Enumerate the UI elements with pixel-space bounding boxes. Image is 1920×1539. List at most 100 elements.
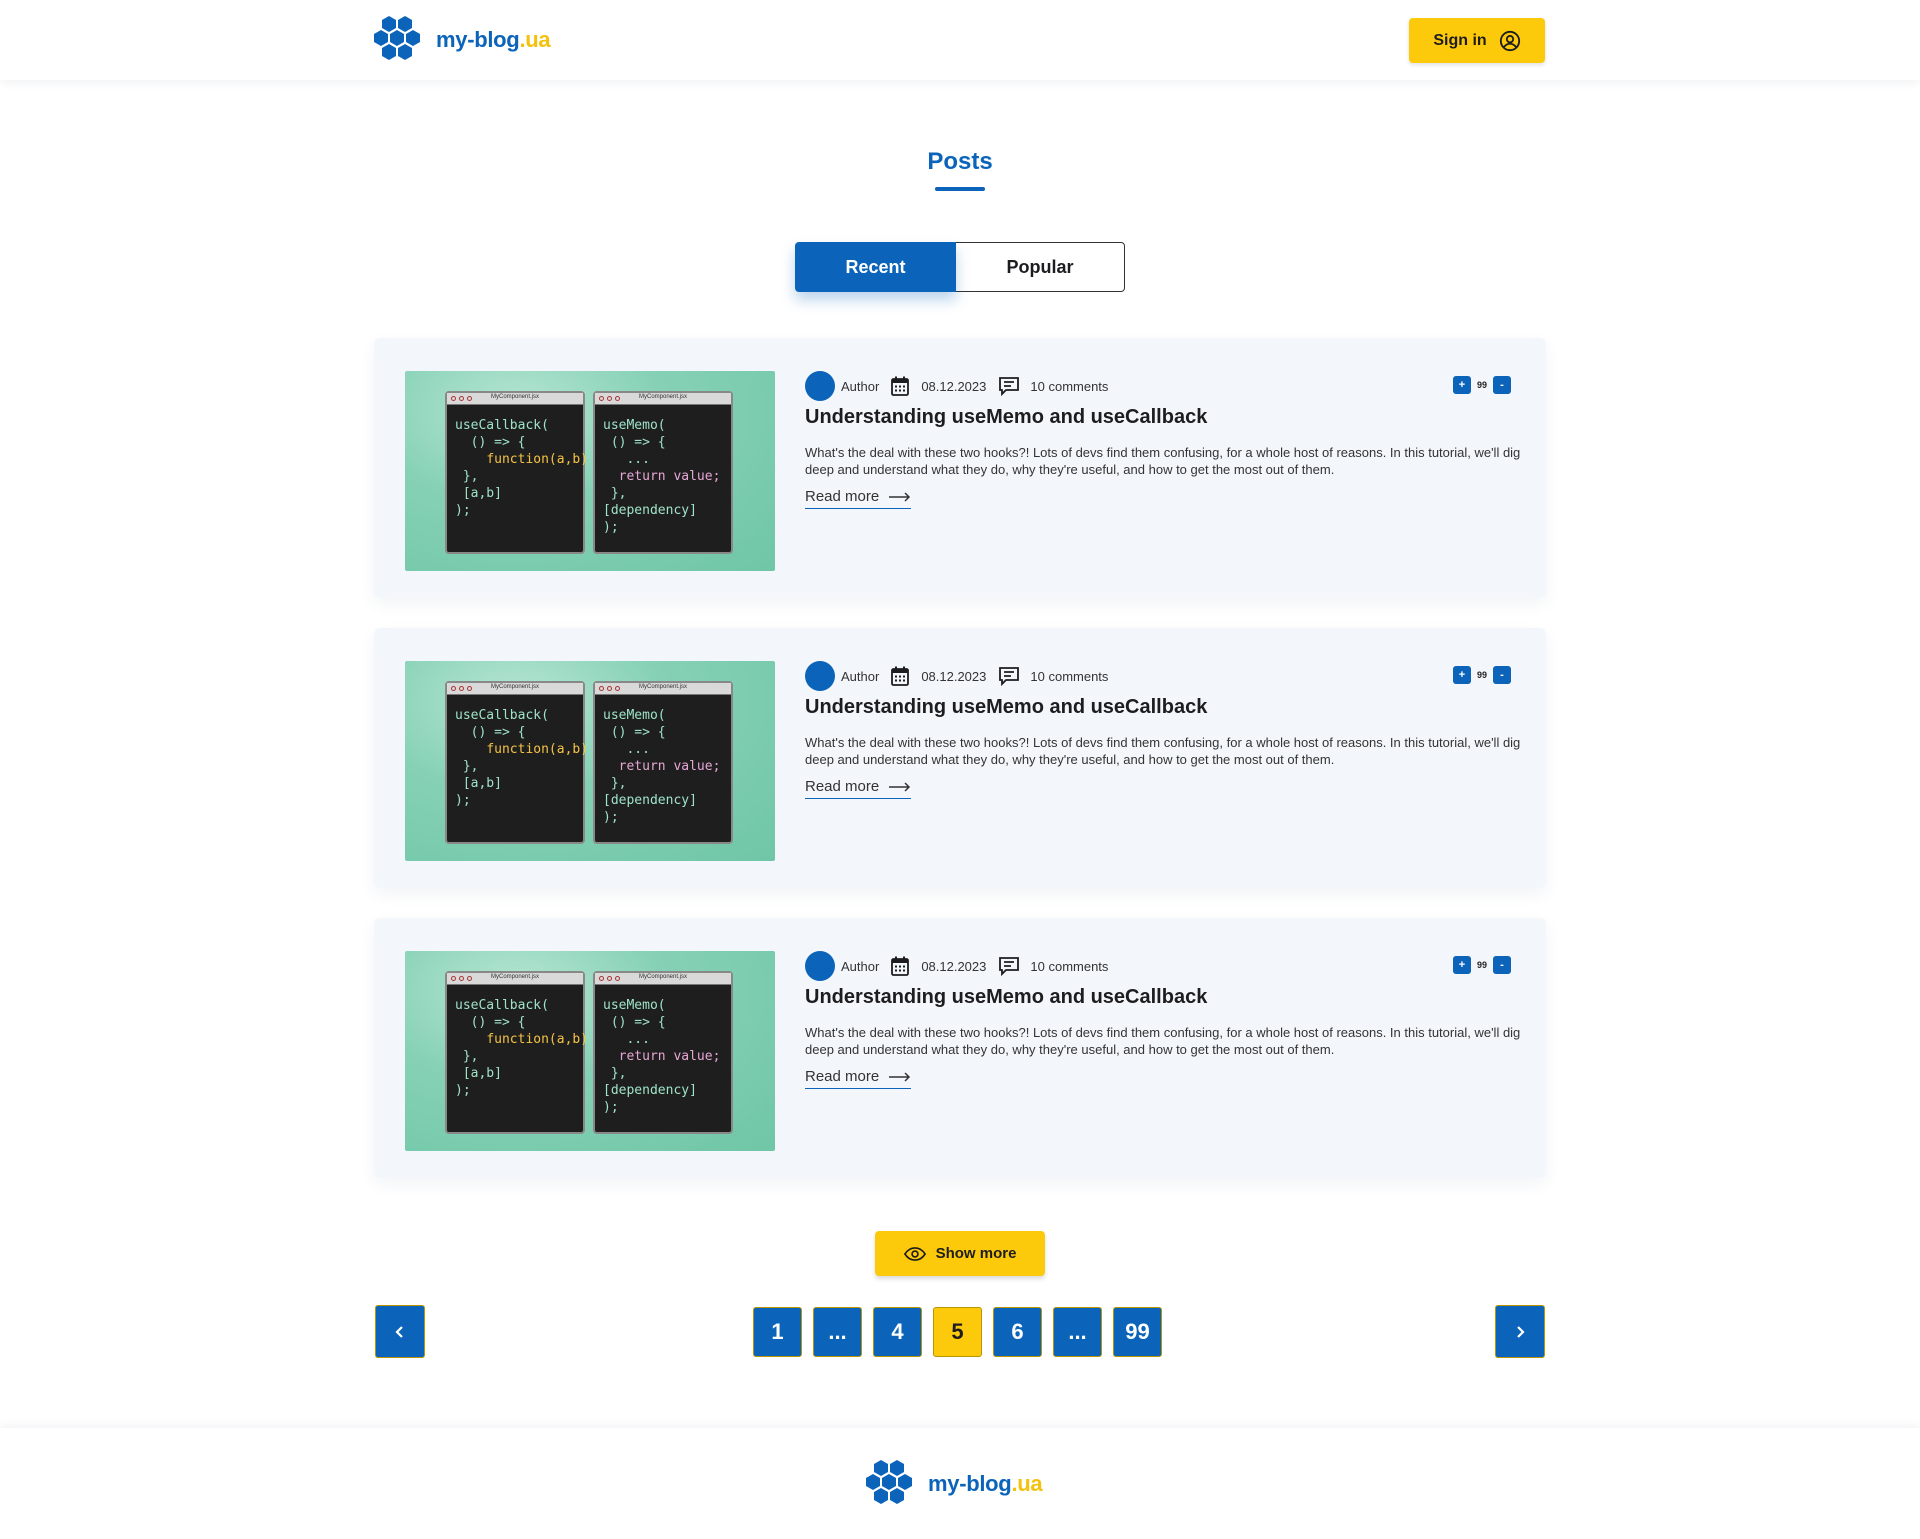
code-line: [dependency] [603, 1083, 697, 1098]
code-line: useMemo( [603, 708, 666, 723]
post-thumbnail[interactable]: MyComponent.jsx useCallback( () => { fun… [405, 951, 775, 1151]
read-more-link[interactable]: Read more [805, 778, 912, 799]
chevron-left-icon [395, 1325, 403, 1338]
code-line: }, [610, 776, 627, 791]
post-thumbnail[interactable]: MyComponent.jsx useCallback( () => { fun… [405, 661, 775, 861]
author-name[interactable]: Author [841, 379, 879, 394]
calendar-icon [891, 376, 910, 396]
show-more-button[interactable]: Show more [875, 1231, 1045, 1276]
code-line: useCallback( [455, 998, 549, 1013]
code-line: useCallback( [455, 708, 549, 723]
post-card: MyComponent.jsx useCallback( () => { fun… [374, 338, 1546, 598]
vote-controls: + 99 - [1453, 956, 1512, 974]
calendar-icon [891, 956, 910, 976]
read-more-link[interactable]: Read more [805, 488, 912, 509]
author-avatar[interactable] [805, 661, 835, 691]
logo-hexagons-icon [866, 1460, 912, 1504]
chevron-right-icon [1517, 1325, 1525, 1338]
read-more-label: Read more [805, 1068, 880, 1085]
window-titlebar: MyComponent.jsx [447, 683, 583, 695]
downvote-button[interactable]: - [1493, 376, 1512, 394]
code-line: ); [603, 1100, 619, 1115]
page-button[interactable]: 5 [933, 1307, 982, 1357]
comments-count[interactable]: 10 comments [1030, 669, 1108, 684]
comments-count[interactable]: 10 comments [1030, 379, 1108, 394]
eye-icon [903, 1246, 926, 1261]
sign-in-label: Sign in [1433, 31, 1487, 49]
vote-count: 99 [1477, 670, 1488, 680]
code-window: MyComponent.jsx useMemo( () => { ... ret… [593, 971, 733, 1134]
arrow-right-icon [889, 1071, 911, 1082]
upvote-button[interactable]: + [1453, 666, 1471, 684]
code-line: useCallback( [455, 418, 549, 433]
page-button[interactable]: 1 [753, 1307, 802, 1357]
title-underline [935, 187, 985, 191]
downvote-button[interactable]: - [1493, 666, 1512, 684]
code-line: () => { [470, 435, 526, 450]
window-titlebar: MyComponent.jsx [447, 973, 583, 985]
code-line: ... [626, 1032, 650, 1047]
code-window: MyComponent.jsx useMemo( () => { ... ret… [593, 681, 733, 844]
comment-icon [999, 957, 1020, 976]
page-button[interactable]: 4 [873, 1307, 922, 1357]
post-title[interactable]: Understanding useMemo and useCallback [805, 696, 1207, 719]
tab-recent[interactable]: Recent [795, 242, 957, 292]
page-button[interactable]: 99 [1113, 1307, 1162, 1357]
code-snippet: useMemo( () => { ... return value; }, [d… [603, 707, 720, 826]
code-line: return value; [618, 1049, 721, 1064]
code-line: useMemo( [603, 998, 666, 1013]
code-line: [a,b] [462, 1066, 502, 1081]
author-name[interactable]: Author [841, 959, 879, 974]
post-excerpt: What's the deal with these two hooks?! L… [805, 735, 1521, 767]
pagination-ellipsis[interactable]: ... [813, 1307, 862, 1357]
pagination-prev-button[interactable] [375, 1305, 425, 1358]
page-button[interactable]: 6 [993, 1307, 1042, 1357]
downvote-button[interactable]: - [1493, 956, 1512, 974]
code-line: }, [610, 1066, 627, 1081]
code-snippet: useCallback( () => { function(a,b) }, [a… [455, 417, 588, 519]
read-more-label: Read more [805, 488, 880, 505]
site-header: my-blog.ua Sign in [0, 0, 1920, 80]
post-date: 08.12.2023 [921, 378, 987, 394]
tab-popular[interactable]: Popular [956, 242, 1125, 292]
code-window: MyComponent.jsx useMemo( () => { ... ret… [593, 391, 733, 554]
author-name[interactable]: Author [841, 669, 879, 684]
post-date: 08.12.2023 [921, 668, 987, 684]
post-meta: Author 08.12.2023 10 comments [805, 371, 1108, 401]
post-meta: Author 08.12.2023 10 comments [805, 661, 1108, 691]
comments-count[interactable]: 10 comments [1030, 959, 1108, 974]
logo-text: my-blog.ua [928, 1471, 1043, 1496]
sign-in-button[interactable]: Sign in [1409, 18, 1545, 63]
author-avatar[interactable] [805, 951, 835, 981]
upvote-button[interactable]: + [1453, 956, 1471, 974]
post-title[interactable]: Understanding useMemo and useCallback [805, 406, 1207, 429]
read-more-link[interactable]: Read more [805, 1068, 912, 1089]
logo-hexagons-icon [374, 16, 420, 60]
code-line: function(a,b) [486, 452, 589, 467]
code-line: ); [603, 810, 619, 825]
pagination-ellipsis[interactable]: ... [1053, 1307, 1102, 1357]
pagination: 1... 4 5 6... 99 [753, 1307, 1162, 1357]
code-line: ); [603, 520, 619, 535]
logo-text: my-blog.ua [436, 27, 551, 52]
vote-count: 99 [1477, 960, 1488, 970]
show-more-label: Show more [935, 1245, 1017, 1262]
upvote-button[interactable]: + [1453, 376, 1471, 394]
window-titlebar: MyComponent.jsx [595, 973, 731, 985]
page-title: Posts [927, 148, 993, 175]
post-thumbnail[interactable]: MyComponent.jsx useCallback( () => { fun… [405, 371, 775, 571]
pagination-next-button[interactable] [1495, 1305, 1545, 1358]
header-logo[interactable]: my-blog.ua [374, 14, 551, 66]
arrow-right-icon [889, 781, 911, 792]
code-line: () => { [470, 1015, 526, 1030]
footer-logo[interactable]: my-blog.ua [866, 1458, 1043, 1510]
code-line: ); [455, 1083, 471, 1098]
code-line: [dependency] [603, 503, 697, 518]
post-title[interactable]: Understanding useMemo and useCallback [805, 986, 1207, 1009]
file-label: MyComponent.jsx [639, 684, 688, 690]
author-avatar[interactable] [805, 371, 835, 401]
code-window: MyComponent.jsx useCallback( () => { fun… [445, 681, 588, 844]
code-line: }, [462, 1049, 479, 1064]
code-line: function(a,b) [486, 1032, 589, 1047]
code-snippet: useCallback( () => { function(a,b) }, [a… [455, 707, 588, 809]
